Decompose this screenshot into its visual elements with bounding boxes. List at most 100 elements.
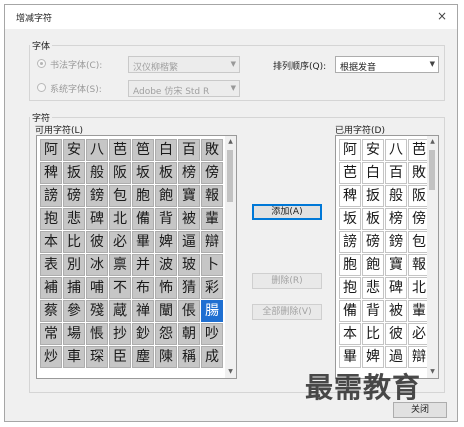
char-cell[interactable]: 悲	[362, 277, 384, 299]
char-cell[interactable]: 彼	[385, 323, 407, 345]
char-cell[interactable]: 波	[155, 254, 177, 276]
char-cell[interactable]: 殘	[86, 300, 108, 322]
scroll-up-icon[interactable]: ▲	[427, 136, 438, 148]
char-cell[interactable]: 備	[132, 208, 154, 230]
char-cell[interactable]: 阿	[40, 139, 62, 161]
char-cell[interactable]: 炒	[40, 346, 62, 368]
char-cell[interactable]: 磅	[63, 185, 85, 207]
scrollbar-thumb[interactable]	[227, 150, 233, 202]
char-cell[interactable]: 敗	[201, 139, 223, 161]
char-cell[interactable]: 倀	[178, 300, 200, 322]
char-cell[interactable]: 蔡	[40, 300, 62, 322]
char-cell[interactable]: 婢	[155, 231, 177, 253]
char-cell[interactable]: 北	[109, 208, 131, 230]
char-cell[interactable]: 車	[63, 346, 85, 368]
char-cell[interactable]: 碑	[86, 208, 108, 230]
char-cell[interactable]: 般	[385, 185, 407, 207]
char-cell[interactable]: 芭	[109, 139, 131, 161]
char-cell[interactable]: 玻	[178, 254, 200, 276]
scrollbar-thumb[interactable]	[429, 150, 435, 190]
close-icon[interactable]: ×	[435, 9, 449, 23]
selected-char-cell[interactable]: 腸	[201, 300, 223, 322]
char-cell[interactable]: 八	[385, 139, 407, 161]
char-cell[interactable]: 被	[385, 300, 407, 322]
char-cell[interactable]: 百	[178, 139, 200, 161]
scroll-down-icon[interactable]: ▼	[225, 366, 236, 378]
char-cell[interactable]: 扳	[362, 185, 384, 207]
char-cell[interactable]: 阿	[339, 139, 361, 161]
char-cell[interactable]: 碑	[385, 277, 407, 299]
char-cell[interactable]: 磅	[362, 231, 384, 253]
char-cell[interactable]: 禀	[109, 254, 131, 276]
char-cell[interactable]: 婢	[362, 346, 384, 368]
char-cell[interactable]: 怨	[155, 323, 177, 345]
char-cell[interactable]: 稗	[40, 162, 62, 184]
char-cell[interactable]: 布	[132, 277, 154, 299]
char-cell[interactable]: 彼	[86, 231, 108, 253]
char-cell[interactable]: 安	[63, 139, 85, 161]
used-chars-grid[interactable]: 辯過婢畢必彼比本輩被背備北碑悲抱報寶飽胞包鎊磅謗傍榜板坂阪般扳稗敗百白芭芭八安阿…	[335, 135, 439, 379]
char-cell[interactable]: 并	[132, 254, 154, 276]
char-cell[interactable]: 備	[339, 300, 361, 322]
calligraphy-font-radio[interactable]	[37, 59, 46, 68]
char-cell[interactable]: 坂	[339, 208, 361, 230]
char-cell[interactable]: 抄	[109, 323, 131, 345]
char-cell[interactable]: 禅	[132, 300, 154, 322]
char-cell[interactable]: 胞	[132, 185, 154, 207]
char-cell[interactable]: 阪	[109, 162, 131, 184]
char-cell[interactable]: 場	[63, 323, 85, 345]
char-cell[interactable]: 板	[362, 208, 384, 230]
char-cell[interactable]: 畢	[339, 346, 361, 368]
char-cell[interactable]: 琛	[86, 346, 108, 368]
char-cell[interactable]: 本	[40, 231, 62, 253]
used-scrollbar[interactable]: ▲ ▼	[427, 136, 438, 378]
add-button[interactable]: 添加(A)	[252, 204, 322, 220]
char-cell[interactable]: 逼	[178, 231, 200, 253]
char-cell[interactable]: 哺	[86, 277, 108, 299]
char-cell[interactable]: 塵	[132, 346, 154, 368]
char-cell[interactable]: 抱	[339, 277, 361, 299]
char-cell[interactable]: 芭	[339, 162, 361, 184]
sort-order-select[interactable]: 根据发音 ▼	[335, 56, 439, 73]
char-cell[interactable]: 鈔	[132, 323, 154, 345]
char-cell[interactable]: 陳	[155, 346, 177, 368]
char-cell[interactable]: 白	[362, 162, 384, 184]
available-scrollbar[interactable]: ▲ ▼	[225, 136, 236, 378]
char-cell[interactable]: 鎊	[86, 185, 108, 207]
char-cell[interactable]: 八	[86, 139, 108, 161]
system-font-select[interactable]: Adobe 仿宋 Std R ▼	[128, 80, 240, 97]
char-cell[interactable]: 飽	[362, 254, 384, 276]
char-cell[interactable]: 冰	[86, 254, 108, 276]
char-cell[interactable]: 不	[109, 277, 131, 299]
available-chars-grid[interactable]: 成稱陳塵臣琛車炒 吵朝怨鈔抄悵場常 腸倀闡禅蔵殘參蔡 彩猜怖布不哺捕補 卜玻波并禀冰別表…	[36, 135, 237, 379]
char-cell[interactable]: 畢	[132, 231, 154, 253]
char-cell[interactable]: 背	[155, 208, 177, 230]
char-cell[interactable]: 般	[86, 162, 108, 184]
char-cell[interactable]: 輩	[201, 208, 223, 230]
char-cell[interactable]: 白	[155, 139, 177, 161]
char-cell[interactable]: 蔵	[109, 300, 131, 322]
char-cell[interactable]: 比	[362, 323, 384, 345]
char-cell[interactable]: 鎊	[385, 231, 407, 253]
char-cell[interactable]: 板	[155, 162, 177, 184]
char-cell[interactable]: 彩	[201, 277, 223, 299]
char-cell[interactable]: 謗	[339, 231, 361, 253]
char-cell[interactable]: 辯	[201, 231, 223, 253]
char-cell[interactable]: 稗	[339, 185, 361, 207]
char-cell[interactable]: 本	[339, 323, 361, 345]
char-cell[interactable]: 寶	[385, 254, 407, 276]
char-cell[interactable]: 寶	[178, 185, 200, 207]
char-cell[interactable]: 捕	[63, 277, 85, 299]
char-cell[interactable]: 常	[40, 323, 62, 345]
char-cell[interactable]: 被	[178, 208, 200, 230]
char-cell[interactable]: 坂	[132, 162, 154, 184]
char-cell[interactable]: 扳	[63, 162, 85, 184]
calligraphy-font-select[interactable]: 汉仪柳楷繁 ▼	[128, 56, 240, 73]
char-cell[interactable]: 成	[201, 346, 223, 368]
char-cell[interactable]: 猜	[178, 277, 200, 299]
char-cell[interactable]: 抱	[40, 208, 62, 230]
system-font-radio[interactable]	[37, 83, 46, 92]
char-cell[interactable]: 包	[109, 185, 131, 207]
char-cell[interactable]: 臣	[109, 346, 131, 368]
char-cell[interactable]: 榜	[385, 208, 407, 230]
